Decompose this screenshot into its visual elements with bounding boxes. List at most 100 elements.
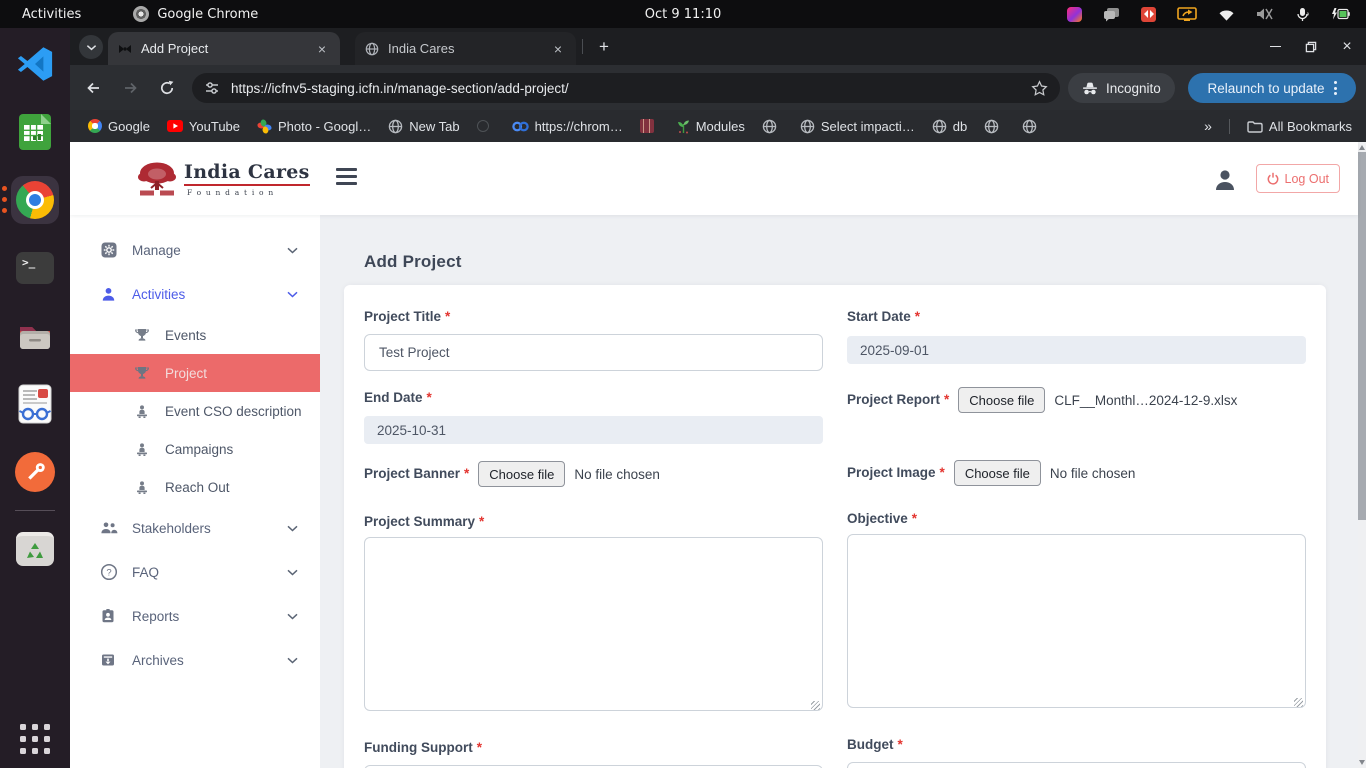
dock-files-icon[interactable]	[11, 312, 59, 360]
volume-muted-icon[interactable]	[1256, 7, 1274, 21]
bookmark-google[interactable]: Google	[88, 119, 150, 134]
focused-app-indicator[interactable]: Google Chrome	[133, 6, 258, 22]
show-applications-button[interactable]	[20, 724, 50, 754]
end-date-input[interactable]	[364, 416, 823, 444]
address-bar[interactable]: https://icfnv5-staging.icfn.in/manage-se…	[192, 73, 1060, 103]
chevron-down-icon	[287, 525, 298, 532]
close-window-button[interactable]: ×	[1334, 34, 1360, 60]
globe-icon	[800, 119, 815, 134]
url-text[interactable]: https://icfnv5-staging.icfn.in/manage-se…	[231, 81, 569, 96]
dock-libreoffice-calc-icon[interactable]	[11, 108, 59, 156]
bookmark-google-photos[interactable]: Photo - Googl…	[257, 119, 371, 134]
page-scrollbar[interactable]	[1358, 142, 1366, 768]
project-banner-choose-file-button[interactable]: Choose file	[478, 461, 565, 487]
wifi-icon[interactable]	[1218, 8, 1235, 21]
sidebar-item-campaigns[interactable]: Campaigns	[70, 430, 320, 468]
budget-label: Budget	[847, 737, 894, 754]
scrollbar-thumb[interactable]	[1358, 152, 1366, 520]
bookmark-globe-3[interactable]	[1022, 119, 1043, 134]
tab-add-project[interactable]: Add Project ×	[108, 32, 340, 65]
end-date-label: End Date	[364, 390, 423, 407]
minimize-button[interactable]	[1262, 34, 1288, 60]
sidebar-item-manage[interactable]: Manage	[70, 228, 320, 272]
bookmark-globe-1[interactable]	[762, 119, 783, 134]
bookmark-modules[interactable]: Modules	[677, 119, 745, 134]
logout-button[interactable]: Log Out	[1256, 164, 1340, 193]
budget-input[interactable]	[847, 762, 1306, 768]
project-summary-textarea[interactable]	[364, 537, 823, 711]
dock-postman-icon[interactable]	[11, 448, 59, 496]
dock-chrome-icon[interactable]	[11, 176, 59, 224]
bookmark-unnamed[interactable]	[477, 120, 495, 132]
dock-document-viewer-icon[interactable]	[11, 380, 59, 428]
project-image-choose-file-button[interactable]: Choose file	[954, 460, 1041, 486]
dock-vscode-icon[interactable]	[11, 40, 59, 88]
new-tab-button[interactable]: +	[592, 35, 616, 59]
bookmark-chrome-link[interactable]: https://chrom…	[512, 119, 623, 134]
project-title-input[interactable]	[364, 334, 823, 371]
site-header: India Cares Foundation Log Out	[70, 142, 1358, 215]
sidebar-item-reach-out[interactable]: Reach Out	[70, 468, 320, 506]
all-bookmarks-button[interactable]: All Bookmarks	[1247, 119, 1352, 134]
restore-button[interactable]	[1298, 34, 1324, 60]
brand-tagline: Foundation	[184, 188, 310, 197]
bookmark-select-impact[interactable]: Select impacti…	[800, 119, 915, 134]
objective-textarea[interactable]	[847, 534, 1306, 708]
tab-india-cares[interactable]: India Cares ×	[355, 32, 576, 65]
relaunch-to-update-button[interactable]: Relaunch to update	[1188, 73, 1356, 103]
india-cares-logo[interactable]: India Cares Foundation	[134, 160, 310, 198]
close-icon[interactable]: ×	[314, 41, 330, 57]
clock[interactable]: Oct 9 11:10	[645, 7, 721, 22]
globe-icon	[1022, 119, 1037, 134]
sidebar-item-events[interactable]: Events	[70, 316, 320, 354]
back-icon[interactable]	[79, 74, 107, 102]
sidebar-item-event-cso-description[interactable]: Event CSO description	[70, 392, 320, 430]
chat-icon[interactable]	[1103, 7, 1120, 22]
sidebar-item-label: Reach Out	[165, 480, 230, 495]
project-title-label: Project Title	[364, 309, 441, 326]
color-cube-icon[interactable]	[1067, 7, 1082, 22]
start-date-input[interactable]	[847, 336, 1306, 364]
sidebar-item-reports[interactable]: Reports	[70, 594, 320, 638]
google-icon	[88, 119, 102, 133]
cast-icon[interactable]	[1141, 7, 1156, 22]
tree-logo-icon	[134, 160, 180, 198]
system-tray[interactable]	[1067, 7, 1366, 22]
chrome-links-icon	[512, 120, 529, 133]
sidebar-item-faq[interactable]: ? FAQ	[70, 550, 320, 594]
resize-grip-icon[interactable]	[811, 701, 820, 710]
resize-grip-icon[interactable]	[1294, 698, 1303, 707]
tab-strip: Add Project × India Cares × + ×	[70, 28, 1366, 65]
screenshare-icon[interactable]	[1177, 7, 1197, 22]
archive-icon	[100, 652, 118, 668]
bookmarks-overflow-button[interactable]: »	[1204, 118, 1212, 134]
user-icon[interactable]	[1212, 166, 1238, 192]
scroll-down-icon[interactable]	[1359, 760, 1365, 765]
close-icon[interactable]: ×	[550, 41, 566, 57]
sidebar-item-archives[interactable]: Archives	[70, 638, 320, 682]
browser-menu-icon[interactable]	[1334, 81, 1337, 95]
hamburger-menu-icon[interactable]	[336, 168, 357, 185]
reload-icon[interactable]	[153, 74, 181, 102]
activities-button[interactable]: Activities	[0, 7, 81, 22]
sidebar-item-activities[interactable]: Activities	[70, 272, 320, 316]
bookmark-db[interactable]: db	[932, 119, 967, 134]
battery-icon[interactable]	[1331, 7, 1350, 21]
bookmark-youtube[interactable]: YouTube	[167, 119, 240, 134]
bookmark-star-icon[interactable]	[1031, 80, 1048, 97]
tab-search-button[interactable]	[79, 35, 103, 59]
dock-trash-icon[interactable]	[11, 525, 59, 573]
relaunch-label: Relaunch to update	[1207, 81, 1324, 96]
bookmark-globe-2[interactable]	[984, 119, 1005, 134]
sidebar-item-project[interactable]: Project	[70, 354, 320, 392]
plant-icon	[677, 119, 690, 134]
site-settings-icon[interactable]	[204, 80, 220, 96]
microphone-icon[interactable]	[1295, 7, 1310, 22]
forward-icon[interactable]	[116, 74, 144, 102]
bookmark-bajaj[interactable]	[640, 119, 660, 133]
scroll-up-icon[interactable]	[1359, 145, 1365, 150]
sidebar-item-stakeholders[interactable]: Stakeholders	[70, 506, 320, 550]
project-report-choose-file-button[interactable]: Choose file	[958, 387, 1045, 413]
bookmark-new-tab[interactable]: New Tab	[388, 119, 459, 134]
dock-terminal-icon[interactable]: >_	[11, 244, 59, 292]
